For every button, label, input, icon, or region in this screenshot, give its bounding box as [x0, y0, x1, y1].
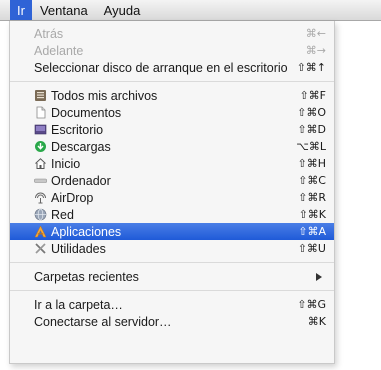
- shortcut-label: ⌘←: [305, 27, 326, 40]
- menu-item-descargas[interactable]: Descargas ⌥⌘L: [10, 138, 334, 155]
- home-icon: [34, 157, 47, 170]
- menu-item-label: Escritorio: [51, 122, 104, 137]
- menu-item-utilidades[interactable]: Utilidades ⇧⌘U: [10, 240, 334, 257]
- shortcut-label: ⇧⌘R: [298, 191, 326, 204]
- menu-item-carpetas-recientes[interactable]: Carpetas recientes: [10, 268, 334, 285]
- menu-item-aplicaciones[interactable]: Aplicaciones ⇧⌘A: [10, 223, 334, 240]
- menu-item-seleccionar-disco[interactable]: Seleccionar disco de arranque en el escr…: [10, 59, 334, 76]
- menu-item-ir-a-la-carpeta[interactable]: Ir a la carpeta… ⇧⌘G: [10, 296, 334, 313]
- menu-item-adelante[interactable]: Adelante ⌘→: [10, 42, 334, 59]
- documents-icon: [34, 106, 47, 119]
- menu-item-documentos[interactable]: Documentos ⇧⌘O: [10, 104, 334, 121]
- shortcut-label: ⇧⌘H: [297, 157, 327, 170]
- menu-item-label: Carpetas recientes: [34, 269, 139, 284]
- menu-item-label: Atrás: [34, 26, 64, 41]
- shortcut-label: ⇧⌘O: [297, 106, 326, 119]
- submenu-arrow-icon: [316, 272, 322, 281]
- menu-separator: [10, 290, 334, 291]
- shortcut-label: ⌥⌘L: [296, 140, 326, 153]
- menu-item-todos-mis-archivos[interactable]: Todos mis archivos ⇧⌘F: [10, 87, 334, 104]
- shortcut-label: ⇧⌘A: [298, 225, 326, 238]
- network-icon: [34, 208, 47, 221]
- menu-item-label: Seleccionar disco de arranque en el escr…: [34, 60, 288, 75]
- menu-item-label: Adelante: [34, 43, 84, 58]
- menu-ventana[interactable]: Ventana: [32, 0, 96, 20]
- menu-bar: Ir Ventana Ayuda: [0, 0, 381, 21]
- menu-separator: [10, 81, 334, 82]
- shortcut-label: ⇧⌘↑: [296, 61, 326, 74]
- go-dropdown-menu: Atrás ⌘← Adelante ⌘→ Seleccionar disco d…: [9, 21, 335, 364]
- shortcut-label: ⇧⌘K: [298, 208, 326, 221]
- menu-item-escritorio[interactable]: Escritorio ⇧⌘D: [10, 121, 334, 138]
- menu-item-label: Inicio: [51, 156, 81, 171]
- menu-ayuda[interactable]: Ayuda: [96, 0, 149, 20]
- menu-item-label: Todos mis archivos: [51, 88, 158, 103]
- shortcut-label: ⌘→: [305, 44, 326, 57]
- downloads-icon: [34, 140, 47, 153]
- shortcut-label: ⇧⌘F: [299, 89, 326, 102]
- menu-separator: [10, 262, 334, 263]
- menu-item-conectarse-al-servidor[interactable]: Conectarse al servidor… ⌘K: [10, 313, 334, 330]
- shortcut-label: ⇧⌘D: [297, 123, 326, 136]
- menu-item-airdrop[interactable]: AirDrop ⇧⌘R: [10, 189, 334, 206]
- desktop-icon: [34, 123, 47, 136]
- menu-item-label: Utilidades: [51, 241, 106, 256]
- menu-item-label: Documentos: [51, 105, 122, 120]
- menu-item-ordenador[interactable]: Ordenador ⇧⌘C: [10, 172, 334, 189]
- shortcut-label: ⇧⌘U: [297, 242, 326, 255]
- all-files-icon: [34, 89, 47, 102]
- menu-item-label: Ir a la carpeta…: [34, 297, 123, 312]
- applications-icon: [34, 225, 47, 238]
- menu-item-label: Red: [51, 207, 74, 222]
- shortcut-label: ⇧⌘G: [297, 298, 326, 311]
- menu-item-label: Aplicaciones: [51, 224, 122, 239]
- shortcut-label: ⇧⌘C: [298, 174, 326, 187]
- menu-item-label: Descargas: [51, 139, 111, 154]
- menu-item-label: Conectarse al servidor…: [34, 314, 172, 329]
- airdrop-icon: [34, 191, 47, 204]
- menu-item-red[interactable]: Red ⇧⌘K: [10, 206, 334, 223]
- computer-icon: [34, 174, 47, 187]
- menu-item-label: AirDrop: [51, 190, 94, 205]
- menu-item-inicio[interactable]: Inicio ⇧⌘H: [10, 155, 334, 172]
- menu-item-atras[interactable]: Atrás ⌘←: [10, 25, 334, 42]
- menu-item-label: Ordenador: [51, 173, 111, 188]
- shortcut-label: ⌘K: [307, 315, 326, 328]
- menu-ir[interactable]: Ir: [10, 0, 32, 20]
- utilities-icon: [34, 242, 47, 255]
